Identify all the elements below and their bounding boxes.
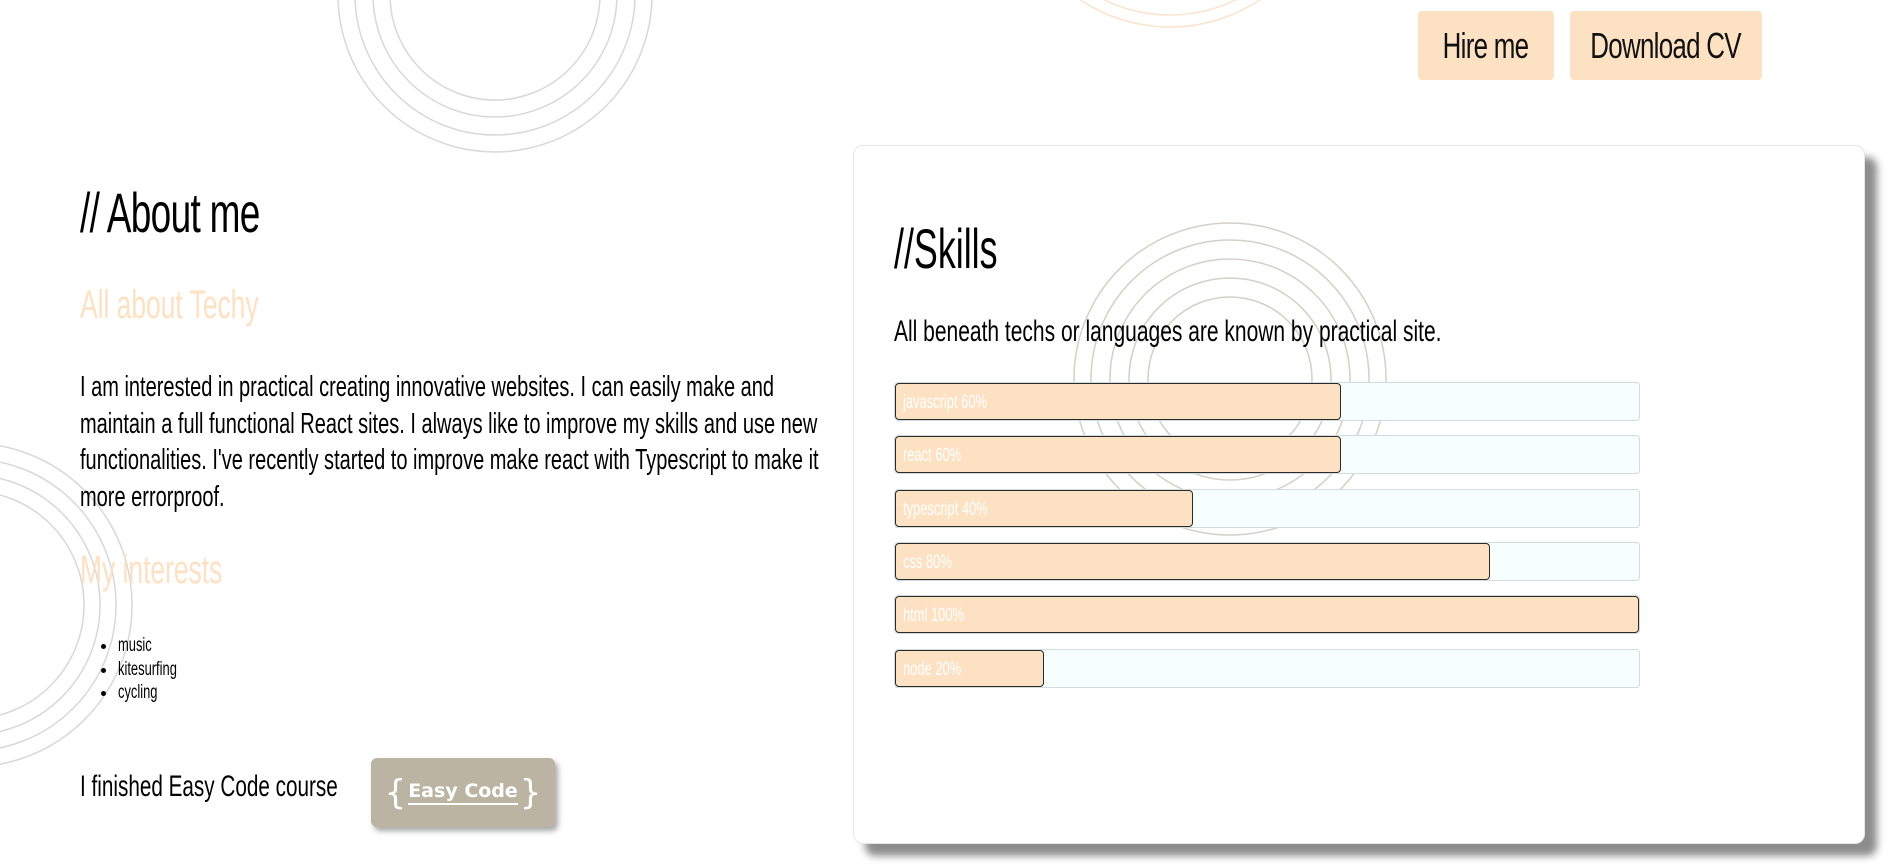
skill-label: typescript 40%: [903, 499, 988, 520]
skills-card: //Skills All beneath techs or languages …: [853, 145, 1865, 844]
interests-title: My interests: [80, 548, 223, 592]
skill-bar-html: html 100%: [894, 595, 1640, 634]
hire-me-button[interactable]: Hire me: [1418, 11, 1554, 80]
decorative-circles-top: [337, 0, 653, 153]
easy-code-badge-button[interactable]: { Easy Code }: [371, 758, 555, 827]
list-item: cycling: [118, 681, 205, 705]
skill-label: css 80%: [903, 552, 952, 573]
skill-bar-fill: html 100%: [895, 596, 1639, 633]
hire-me-label: Hire me: [1443, 24, 1529, 66]
list-item: music: [118, 634, 205, 658]
about-subtitle: All about Techy: [80, 283, 259, 327]
about-title: // About me: [80, 181, 260, 244]
skill-bar-css: css 80%: [894, 542, 1640, 581]
skills-description: All beneath techs or languages are known…: [894, 315, 1442, 348]
skill-bar-fill: react 60%: [895, 436, 1342, 473]
skill-label: node 20%: [903, 659, 962, 680]
skill-bar-node: node 20%: [894, 649, 1640, 688]
skill-bar-fill: javascript 60%: [895, 383, 1342, 420]
right-brace-icon: }: [519, 772, 542, 813]
decorative-arc-top: [1079, 0, 1261, 28]
skill-bar-javascript: javascript 60%: [894, 382, 1640, 421]
skill-label: react 60%: [903, 445, 962, 466]
left-brace-icon: {: [384, 772, 407, 813]
about-description: I am interested in practical creating in…: [80, 371, 819, 513]
skill-label: javascript 60%: [903, 392, 988, 413]
easy-code-badge-label: Easy Code: [408, 780, 518, 805]
skills-title: //Skills: [894, 217, 998, 280]
skill-bar-fill: node 20%: [895, 650, 1044, 687]
download-cv-label: Download CV: [1590, 24, 1742, 66]
interests-list: music kitesurfing cycling: [96, 634, 205, 705]
skill-label: html 100%: [903, 605, 965, 626]
download-cv-button[interactable]: Download CV: [1570, 11, 1762, 80]
page: Hire me Download CV // About me All abou…: [0, 0, 1894, 867]
skill-bar-fill: css 80%: [895, 543, 1491, 580]
list-item: kitesurfing: [118, 658, 205, 682]
skill-bar-typescript: typescript 40%: [894, 489, 1640, 528]
skill-bar-fill: typescript 40%: [895, 490, 1193, 527]
skill-bar-react: react 60%: [894, 435, 1640, 474]
